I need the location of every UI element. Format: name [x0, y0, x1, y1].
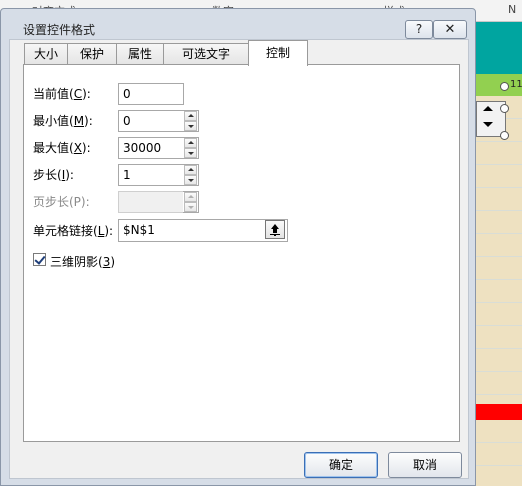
step-label: 步长(I): — [33, 166, 74, 183]
spin-up-icon — [184, 192, 197, 202]
tab-properties[interactable]: 属性 — [116, 43, 164, 65]
close-button[interactable]: ✕ — [433, 20, 467, 39]
spin-up-icon[interactable] — [184, 138, 197, 148]
max-value-input[interactable]: 30000 — [118, 137, 184, 159]
selection-handle[interactable] — [500, 131, 509, 140]
step-spinner[interactable] — [183, 164, 199, 186]
min-value-input[interactable]: 0 — [118, 110, 184, 132]
label-text: ): — [65, 168, 74, 182]
cancel-button[interactable]: 取消 — [388, 452, 462, 478]
label-text: 步长( — [33, 168, 62, 182]
label-text: ): — [104, 224, 114, 238]
spin-down-arrow-icon — [483, 122, 493, 127]
step-input[interactable]: 1 — [118, 164, 184, 186]
label-text: 最大值( — [33, 141, 74, 155]
collapse-bar — [270, 234, 280, 235]
spin-down-icon — [184, 202, 197, 212]
tab-control[interactable]: 控制 — [248, 40, 308, 66]
label-text: ) — [110, 255, 116, 269]
spin-up-icon[interactable] — [184, 165, 197, 175]
shading-3d-label: 三维阴影(3) — [50, 253, 115, 270]
spin-up-arrow-icon — [483, 106, 493, 111]
min-value-label: 最小值(M): — [33, 112, 93, 129]
spin-down-icon[interactable] — [184, 148, 197, 158]
current-value-input[interactable]: 0 — [118, 83, 184, 105]
selection-handle[interactable] — [500, 104, 509, 113]
dialog-title: 设置控件格式 — [23, 23, 96, 37]
shading-3d-checkbox[interactable] — [33, 253, 46, 266]
page-step-input — [118, 191, 184, 213]
tab-alt-text[interactable]: 可选文字 — [163, 43, 249, 65]
accelerator-key: M — [73, 114, 85, 128]
label-text: ): — [81, 141, 91, 155]
tab-size[interactable]: 大小 — [24, 43, 68, 65]
max-value-label: 最大值(X): — [33, 139, 91, 156]
cell-link-label: 单元格链接(L): — [33, 222, 113, 239]
cell-link-input[interactable]: $N$1 — [118, 219, 288, 242]
label-text: ): — [82, 87, 91, 101]
label-text: ): — [84, 114, 93, 128]
label-text: 当前值( — [33, 87, 74, 101]
label-text: 单元格链接( — [33, 224, 98, 238]
help-button[interactable]: ? — [405, 20, 433, 39]
dialog-titlebar[interactable]: 设置控件格式 ? ✕ — [1, 9, 475, 39]
accelerator-key: C — [73, 87, 83, 101]
collapse-dialog-icon[interactable] — [265, 220, 285, 239]
label-text: 三维阴影( — [50, 255, 103, 269]
column-header-n: N — [508, 3, 517, 16]
tab-protection[interactable]: 保护 — [67, 43, 117, 65]
spin-up-icon[interactable] — [184, 111, 197, 121]
spin-down-icon[interactable] — [184, 175, 197, 185]
max-value-spinner[interactable] — [183, 137, 199, 159]
ok-button[interactable]: 确定 — [304, 452, 378, 478]
min-value-spinner[interactable] — [183, 110, 199, 132]
page-step-spinner — [183, 191, 199, 213]
spin-down-icon[interactable] — [184, 121, 197, 131]
current-value-label: 当前值(C): — [33, 85, 91, 102]
selection-handle[interactable] — [500, 82, 509, 91]
accelerator-key: X — [73, 141, 82, 155]
label-text: 最小值( — [33, 114, 74, 128]
page-step-label: 页步长(P): — [33, 195, 90, 209]
cell-value: 11 — [510, 79, 522, 90]
